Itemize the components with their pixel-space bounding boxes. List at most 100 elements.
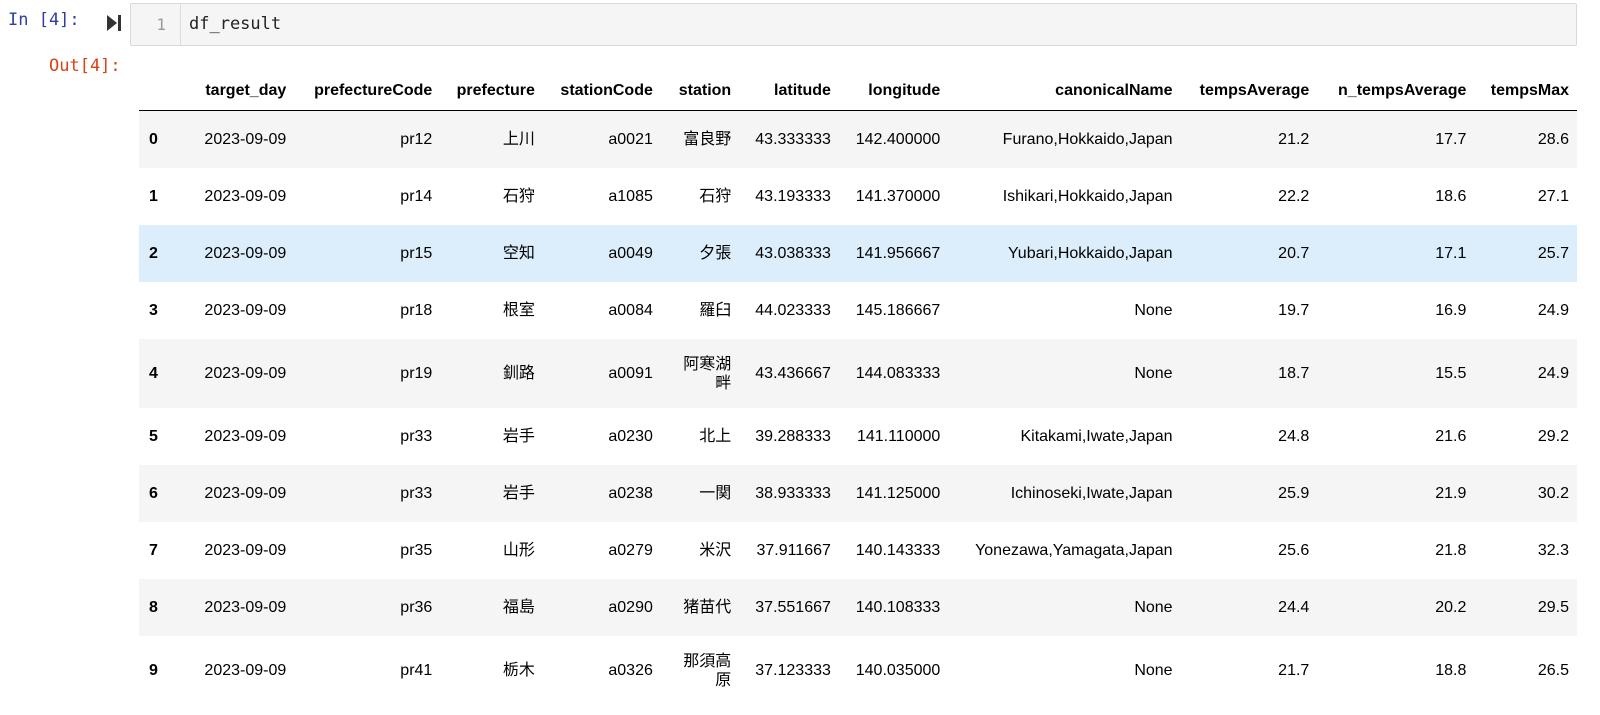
cell-stationCode: a0290 [608,599,653,616]
cell-longitude: 140.108333 [855,599,941,616]
cell-prefecture: 岩手 [502,428,535,445]
cell-canonicalName: Ishikari,Hokkaido,Japan [1002,188,1173,205]
run-cell-icon[interactable] [106,12,122,34]
cell-target_day: 2023-09-09 [204,188,287,205]
cell-n_tempsAverage: 16.9 [1435,302,1467,319]
cell-tempsMax: 28.6 [1537,131,1569,148]
output-prompt: Out[4]: [49,56,121,76]
cell-prefectureCode: pr33 [400,485,433,502]
cell-n_tempsAverage: 18.6 [1435,188,1467,205]
cell-prefectureCode: pr41 [400,662,433,679]
cell-station: 米沢 [699,542,732,559]
cell-tempsMax: 26.5 [1537,662,1569,679]
cell-prefecture: 空知 [502,245,535,262]
column-header-prefecture: prefecture [440,72,543,111]
row-index: 1 [149,188,158,205]
cell-latitude: 43.333333 [755,131,831,148]
cell-n_tempsAverage: 20.2 [1435,599,1467,616]
table-row[interactable]: 1 2023-09-09 pr14 石狩 a1085 石狩 43.193333 141.370… [139,168,1577,225]
cell-stationCode: a0084 [608,302,653,319]
cell-stationCode: a0238 [608,485,653,502]
cell-tempsMax: 24.9 [1537,365,1569,382]
cell-latitude: 43.436667 [755,365,831,382]
dataframe-table: target_day prefectureCode prefecture statio… [139,72,1577,705]
cell-longitude: 144.083333 [855,365,941,382]
cell-latitude: 37.123333 [755,662,831,679]
cell-station: 一関 [699,485,732,502]
cell-target_day: 2023-09-09 [204,365,287,382]
cell-prefectureCode: pr33 [400,428,433,445]
cell-target_day: 2023-09-09 [204,302,287,319]
cell-longitude: 145.186667 [855,302,941,319]
cell-latitude: 37.551667 [755,599,831,616]
cell-target_day: 2023-09-09 [204,131,287,148]
cell-latitude: 39.288333 [755,428,831,445]
cell-tempsMax: 27.1 [1537,188,1569,205]
column-header-prefectureCode: prefectureCode [294,72,441,111]
cell-canonicalName: Furano,Hokkaido,Japan [1002,131,1173,148]
cell-tempsAverage: 21.7 [1278,662,1310,679]
cell-n_tempsAverage: 18.8 [1435,662,1467,679]
cell-longitude: 141.956667 [855,245,941,262]
cell-prefectureCode: pr18 [400,302,433,319]
cell-prefectureCode: pr36 [400,599,433,616]
row-index: 5 [149,428,158,445]
cell-prefecture: 釧路 [502,365,535,382]
cell-canonicalName: Ichinoseki,Iwate,Japan [1010,485,1173,502]
cell-tempsMax: 25.7 [1537,245,1569,262]
cell-tempsAverage: 21.2 [1278,131,1310,148]
cell-latitude: 38.933333 [755,485,831,502]
cell-longitude: 141.110000 [856,428,941,445]
cell-tempsAverage: 22.2 [1278,188,1310,205]
cell-canonicalName: Yonezawa,Yamagata,Japan [975,542,1173,559]
table-row[interactable]: 0 2023-09-09 pr12 上川 a0021 富良野 43.333333 142.40… [139,110,1577,168]
cell-stationCode: a0091 [608,365,653,382]
column-header-tempsAverage: tempsAverage [1180,72,1318,111]
cell-prefecture: 石狩 [502,188,535,205]
cell-tempsAverage: 20.7 [1278,245,1310,262]
cell-station: 羅臼 [699,302,732,319]
cell-tempsAverage: 25.9 [1278,485,1310,502]
table-row[interactable]: 6 2023-09-09 pr33 岩手 a0238 一関 38.933333 141.125… [139,465,1577,522]
cell-longitude: 140.035000 [855,662,941,679]
cell-canonicalName: Kitakami,Iwate,Japan [1020,428,1173,445]
input-prompt: In [4]: [8,10,80,30]
cell-prefectureCode: pr15 [400,245,433,262]
cell-stationCode: a1085 [608,188,653,205]
code-editor[interactable]: 1 df_result [130,3,1577,46]
code-text[interactable]: df_result [189,4,281,45]
cell-latitude: 43.193333 [755,188,831,205]
cell-prefecture: 根室 [502,302,535,319]
column-header-latitude: latitude [739,72,839,111]
cell-n_tempsAverage: 17.1 [1435,245,1467,262]
cell-target_day: 2023-09-09 [204,662,287,679]
column-header-canonicalName: canonicalName [948,72,1181,111]
cell-latitude: 37.911667 [756,542,831,559]
row-index: 6 [149,485,158,502]
row-index: 4 [149,365,158,382]
table-row[interactable]: 2 2023-09-09 pr15 空知 a0049 夕張 43.038333 141.956… [139,225,1577,282]
table-row[interactable]: 8 2023-09-09 pr36 福島 a0290 猪苗代 37.551667 140.10… [139,579,1577,636]
table-row[interactable]: 3 2023-09-09 pr18 根室 a0084 羅臼 44.023333 145.186… [139,282,1577,339]
table-row[interactable]: 9 2023-09-09 pr41 栃木 a0326 那須高原 37.123333 140.0… [139,636,1577,705]
cell-n_tempsAverage: 15.5 [1435,365,1467,382]
cell-station: 富良野 [683,131,732,148]
cell-prefecture: 上川 [502,131,535,148]
column-header-station: station [660,72,740,111]
cell-longitude: 141.370000 [855,188,941,205]
cell-target_day: 2023-09-09 [204,245,287,262]
cell-tempsAverage: 25.6 [1278,542,1310,559]
cell-tempsMax: 32.3 [1537,542,1569,559]
cell-n_tempsAverage: 17.7 [1435,131,1467,148]
cell-tempsMax: 24.9 [1537,302,1569,319]
cell-latitude: 44.023333 [755,302,831,319]
cell-prefecture: 山形 [502,542,535,559]
table-row[interactable]: 7 2023-09-09 pr35 山形 a0279 米沢 37.911667 140.143… [139,522,1577,579]
cell-tempsMax: 29.2 [1537,428,1569,445]
table-row[interactable]: 4 2023-09-09 pr19 釧路 a0091 阿寒湖畔 43.436667 144.0… [139,339,1577,408]
table-row[interactable]: 5 2023-09-09 pr33 岩手 a0230 北上 39.288333 141.110… [139,408,1577,465]
cell-prefecture: 岩手 [502,485,535,502]
column-header-n_tempsAverage: n_tempsAverage [1317,72,1475,111]
column-header-stationCode: stationCode [542,72,661,111]
cell-prefectureCode: pr12 [400,131,433,148]
